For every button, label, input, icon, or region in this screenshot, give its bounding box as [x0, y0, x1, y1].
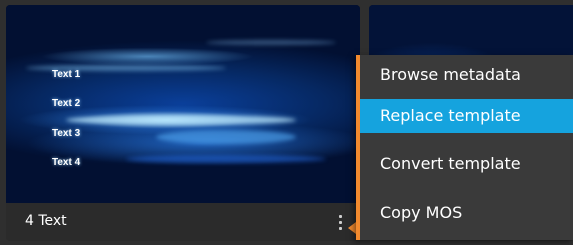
template-card[interactable]: Text 1 Text 2 Text 3 Text 4 4 Text — [6, 5, 360, 241]
preview-text-line-4: Text 4 — [52, 157, 81, 168]
context-menu: Browse metadata Replace template Convert… — [356, 55, 573, 240]
template-card-title: 4 Text — [25, 213, 67, 229]
light-streak — [206, 40, 336, 45]
template-card-footer: 4 Text — [6, 203, 360, 241]
light-streak — [66, 115, 296, 125]
menu-item-browse-metadata[interactable]: Browse metadata — [360, 58, 573, 92]
preview-text-line-3: Text 3 — [52, 128, 81, 139]
preview-text-line-2: Text 2 — [52, 98, 81, 109]
light-streak — [156, 130, 296, 144]
preview-text-line-1: Text 1 — [52, 69, 81, 80]
menu-item-replace-template[interactable]: Replace template — [360, 99, 573, 133]
menu-item-convert-template[interactable]: Convert template — [360, 147, 573, 181]
menu-item-copy-mos[interactable]: Copy MOS — [360, 196, 573, 230]
template-browser-panel: Text 1 Text 2 Text 3 Text 4 4 Text Brows… — [0, 0, 573, 245]
kebab-vertical-icon[interactable] — [338, 215, 344, 231]
template-thumbnail: Text 1 Text 2 Text 3 Text 4 — [6, 5, 360, 203]
menu-pointer — [348, 222, 356, 234]
light-streak — [126, 155, 326, 163]
